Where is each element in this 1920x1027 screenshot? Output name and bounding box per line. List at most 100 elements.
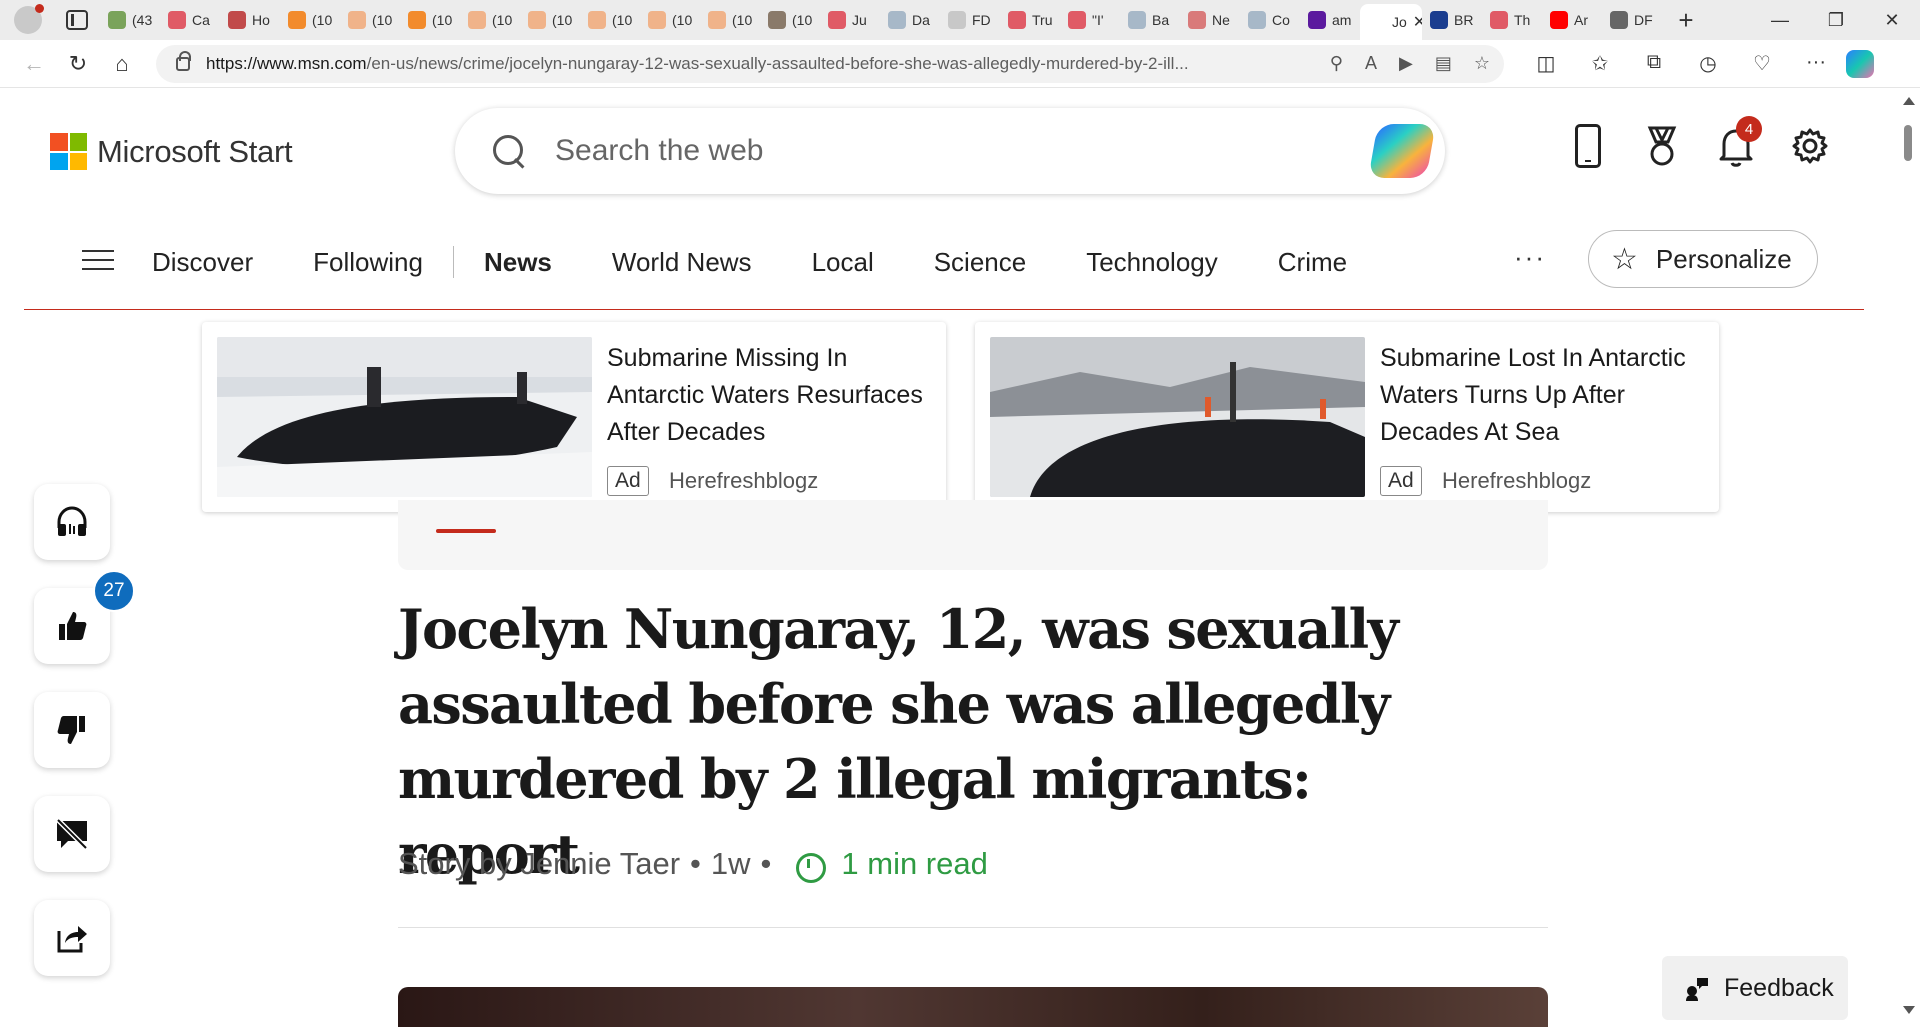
address-bar[interactable]: https://www.msn.com/en-us/news/crime/joc…	[156, 44, 1504, 83]
browser-tab[interactable]: Ju	[820, 0, 880, 40]
nav-crime[interactable]: Crime	[1278, 247, 1347, 278]
nav-local[interactable]: Local	[812, 247, 874, 278]
browser-essentials-icon[interactable]: ♡	[1746, 51, 1778, 76]
zoom-icon[interactable]: ⚲	[1330, 53, 1343, 74]
browser-tab[interactable]: Ar	[1542, 0, 1602, 40]
browser-tab[interactable]: am	[1300, 0, 1360, 40]
tab-favicon-icon	[768, 11, 786, 29]
browser-tab[interactable]: FD	[940, 0, 1000, 40]
tab-title: Th	[1514, 12, 1531, 28]
split-screen-icon[interactable]: ◫	[1530, 51, 1562, 76]
nav-discover[interactable]: Discover	[152, 247, 253, 278]
comments-off-button[interactable]	[34, 796, 110, 872]
search-box[interactable]	[455, 108, 1445, 194]
personalize-button[interactable]: ☆ Personalize	[1588, 230, 1818, 288]
scroll-thumb[interactable]	[1904, 125, 1912, 161]
browser-tab[interactable]: (10	[520, 0, 580, 40]
settings-button[interactable]	[1790, 124, 1830, 168]
menu-hamburger-icon[interactable]	[82, 250, 114, 272]
nav-more-icon[interactable]: ···	[1514, 242, 1546, 273]
comments-disabled-icon	[56, 818, 88, 850]
nav-science[interactable]: Science	[934, 247, 1027, 278]
tab-favicon-icon	[888, 11, 906, 29]
copilot-icon[interactable]	[1368, 124, 1436, 178]
tab-favicon-icon	[1188, 11, 1206, 29]
page-scrollbar[interactable]	[1898, 89, 1920, 1020]
header-actions: 4	[1568, 116, 1830, 168]
back-button[interactable]: ←	[14, 44, 54, 84]
browser-tab[interactable]: (10	[580, 0, 640, 40]
category-nav: Discover Following News World News Local…	[24, 228, 1864, 310]
nav-news[interactable]: News	[484, 247, 552, 278]
ad-headline[interactable]: Submarine Missing In Antarctic Waters Re…	[607, 340, 927, 451]
close-tab-icon[interactable]: ✕	[1413, 12, 1422, 32]
browser-tab[interactable]: Da	[880, 0, 940, 40]
lock-icon[interactable]	[176, 50, 191, 71]
browser-tab[interactable]: (10	[400, 0, 460, 40]
listen-button[interactable]	[34, 484, 110, 560]
scroll-up-arrow-icon[interactable]	[1903, 97, 1915, 105]
browser-tab[interactable]: Ca	[160, 0, 220, 40]
tab-title: FD	[972, 12, 991, 28]
read-aloud-icon[interactable]: A	[1365, 53, 1377, 74]
new-tab-button[interactable]: +	[1666, 0, 1706, 40]
browser-tab[interactable]: "I'	[1060, 0, 1120, 40]
refresh-button[interactable]: ↻	[58, 44, 98, 84]
minimize-button[interactable]: —	[1752, 0, 1808, 40]
browser-tab[interactable]: (10	[700, 0, 760, 40]
browser-tab[interactable]: (10	[340, 0, 400, 40]
favorites-icon[interactable]: ✩	[1584, 51, 1616, 76]
browser-tab[interactable]: Th	[1482, 0, 1542, 40]
dislike-button[interactable]	[34, 692, 110, 768]
tab-title: (10	[612, 12, 633, 28]
browser-tab[interactable]: Ne	[1180, 0, 1240, 40]
media-icon[interactable]: ▶	[1399, 53, 1413, 74]
home-button[interactable]: ⌂	[102, 44, 142, 84]
browser-tab[interactable]: Tru	[1000, 0, 1060, 40]
notifications-button[interactable]: 4	[1716, 116, 1762, 168]
article-hero-image	[398, 987, 1548, 1027]
browser-tab[interactable]: Co	[1240, 0, 1300, 40]
more-options-icon[interactable]: ···	[1800, 51, 1832, 76]
tab-title: (43	[132, 12, 153, 28]
browser-tab[interactable]: (10	[640, 0, 700, 40]
ad-card[interactable]: Submarine Lost In Antarctic Waters Turns…	[975, 322, 1719, 512]
history-icon[interactable]: ◷	[1692, 51, 1724, 76]
restore-button[interactable]: ❐	[1808, 0, 1864, 40]
article-author[interactable]: Story by Jennie Taer	[398, 846, 680, 882]
phone-app-button[interactable]	[1568, 124, 1608, 168]
browser-tab[interactable]: (10	[280, 0, 340, 40]
copilot-sidebar-icon[interactable]	[1846, 49, 1874, 78]
close-window-button[interactable]: ✕	[1864, 0, 1920, 40]
search-icon	[491, 133, 527, 169]
share-icon	[57, 926, 87, 953]
rewards-button[interactable]	[1642, 124, 1682, 168]
nav-following[interactable]: Following	[313, 247, 423, 278]
ad-card[interactable]: Submarine Missing In Antarctic Waters Re…	[202, 322, 946, 512]
reader-mode-icon[interactable]: ▤	[1435, 53, 1452, 74]
tab-actions-icon[interactable]	[66, 10, 88, 30]
nav-world-news[interactable]: World News	[612, 247, 752, 278]
browser-tab[interactable]: (10	[760, 0, 820, 40]
search-input[interactable]	[555, 134, 1335, 168]
browser-tab[interactable]: DF	[1602, 0, 1662, 40]
ad-image	[990, 337, 1365, 497]
collections-icon[interactable]: ⧉	[1638, 51, 1670, 76]
browser-tab[interactable]: (10	[460, 0, 520, 40]
share-button[interactable]	[34, 900, 110, 976]
tab-title: BR	[1454, 12, 1474, 28]
browser-tab[interactable]: (43	[100, 0, 160, 40]
ad-headline[interactable]: Submarine Lost In Antarctic Waters Turns…	[1380, 340, 1700, 451]
scroll-down-arrow-icon[interactable]	[1903, 1006, 1915, 1014]
nav-technology[interactable]: Technology	[1086, 247, 1218, 278]
browser-tab-active[interactable]: Jo ✕	[1360, 4, 1422, 40]
profile-avatar[interactable]	[14, 4, 44, 34]
browser-tab[interactable]: BR	[1422, 0, 1482, 40]
browser-tab[interactable]: Ba	[1120, 0, 1180, 40]
tab-favicon-icon	[1490, 11, 1508, 29]
favorite-star-icon[interactable]: ☆	[1474, 53, 1490, 74]
url-text[interactable]: https://www.msn.com/en-us/news/crime/joc…	[206, 54, 1236, 74]
feedback-button[interactable]: Feedback	[1662, 956, 1848, 1020]
browser-tab[interactable]: Ho	[220, 0, 280, 40]
brand[interactable]: Microsoft Start	[50, 133, 293, 170]
